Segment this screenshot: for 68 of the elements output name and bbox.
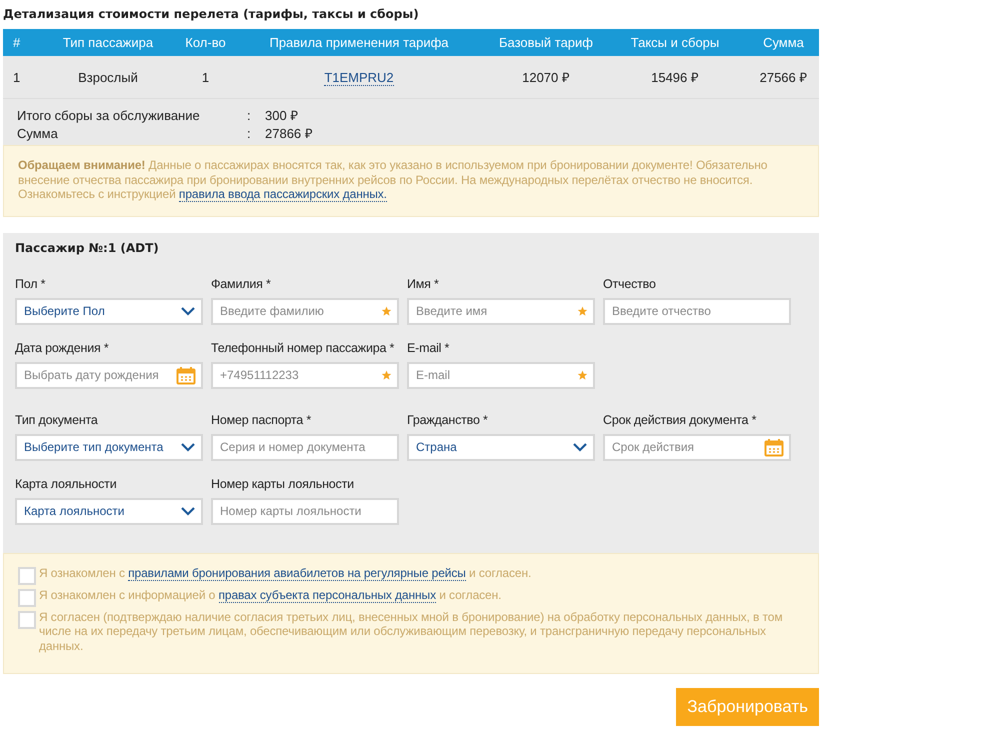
table-cell-text: 1 — [12, 70, 20, 84]
star-icon — [577, 306, 588, 316]
input-field[interactable]: +74951112233 — [211, 362, 399, 388]
checkbox[interactable] — [18, 610, 36, 628]
checkbox[interactable] — [18, 566, 36, 584]
star-icon — [577, 370, 588, 380]
field-label: Фамилия * — [211, 276, 272, 290]
consent-text: Я согласен (подтверждаю наличие согласия третьих лиц, внесенных мной в бронирование) на обработку персональных данных, в том числе на их передачу третьим лицам, обеспечивающим или обслуживающим перевозку, и трансграничную передачу персональных данных. — [39, 610, 784, 653]
column-header: Кол-во — [184, 35, 227, 50]
summary-value: 27866 ₽ — [265, 125, 314, 143]
field-label: Тип документа — [15, 412, 99, 426]
passenger-title: Пассажир №:1 (ADT) — [15, 240, 160, 254]
field-label: Гражданство * — [407, 412, 489, 426]
date-field[interactable]: Срок действия — [603, 434, 791, 460]
notice-text: Обращаем внимание! Данные о пассажирах вносятся так, как это указано в используемом при бронировании документе! Обязательно внесение отчества пассажира при бронировании внутренних рейсов по России. На международных перелётах отчество не вносится. Ознакомьтесь с инструкцией правила ввода пассажирских данных. — [3, 145, 819, 216]
dropdown[interactable]: Карта лояльности — [15, 498, 203, 524]
chevron-down-icon — [181, 506, 195, 516]
summary-label: Сумма — [17, 125, 59, 143]
consent-text: Я ознакомлен с правилами бронирования авиабилетов на регулярные рейсы и согласен. — [39, 566, 532, 580]
summary-separator: : — [247, 125, 252, 143]
instructions-link[interactable]: правила ввода пассажирских данных. — [178, 187, 387, 202]
chevron-down-icon — [573, 442, 587, 452]
section-title: Детализация стоимости перелета (тарифы, таксы и сборы) — [3, 6, 420, 22]
field-label: Имя * — [407, 276, 440, 290]
input-field[interactable]: E-mail — [407, 362, 595, 388]
star-icon — [381, 370, 392, 380]
date-field[interactable]: Выбрать дату рождения — [15, 362, 203, 388]
table-cell-text: 15496 ₽ — [651, 69, 699, 86]
column-header: Правила применения тарифа — [268, 35, 450, 50]
input-field[interactable]: Номер карты лояльности — [211, 498, 399, 524]
field-label: Карта лояльности — [15, 476, 118, 490]
dropdown[interactable]: Страна — [407, 434, 595, 460]
column-header: Базовый тариф — [498, 35, 594, 50]
fare-rules-link[interactable]: T1EMPRU2 — [324, 70, 394, 86]
input-field[interactable]: Введите отчество — [603, 298, 791, 324]
chevron-down-icon — [181, 306, 195, 316]
field-label: Номер карты лояльности — [211, 476, 355, 490]
column-header: Сумма — [762, 35, 805, 50]
field-label: Пол * — [15, 276, 46, 290]
field-label: E-mail * — [407, 340, 450, 354]
column-header: Таксы и сборы — [630, 35, 720, 50]
input-field[interactable]: Введите фамилию — [211, 298, 399, 324]
input-field[interactable]: Введите имя — [407, 298, 595, 324]
consent-link[interactable]: правах субъекта персональных данных — [218, 588, 436, 602]
checkbox[interactable] — [18, 588, 36, 606]
input-field[interactable]: Серия и номер документа — [211, 434, 399, 460]
table-cell: Взрослый — [78, 70, 138, 84]
field-label: Срок действия документа * — [603, 412, 758, 426]
calendar-icon — [176, 366, 196, 384]
consent-link[interactable]: правилами бронирования авиабилетов на регулярные рейсы — [128, 566, 466, 580]
field-label: Дата рождения * — [15, 340, 110, 354]
summary-label: Итого сборы за обслуживание — [17, 107, 201, 125]
field-label: Номер паспорта * — [211, 412, 312, 426]
calendar-icon — [764, 438, 784, 456]
column-header: Тип пассажира — [62, 35, 154, 50]
summary-value: 300 ₽ — [265, 107, 300, 125]
field-label: Телефонный номер пассажира * — [211, 340, 396, 354]
table-cell-text: 27566 ₽ — [760, 69, 808, 86]
chevron-down-icon — [181, 442, 195, 452]
dropdown[interactable]: Выберите тип документа — [15, 434, 203, 460]
consent-text: Я ознакомлен с информацией о правах субъекта персональных данных и согласен. — [39, 588, 502, 602]
dropdown[interactable]: Выберите Пол — [15, 298, 203, 324]
table-cell-text: 12070 ₽ — [522, 69, 570, 86]
summary-separator: : — [247, 107, 252, 125]
field-label: Отчество — [603, 276, 657, 290]
column-header: # — [12, 35, 22, 50]
star-icon — [381, 306, 392, 316]
table-cell: 1 — [202, 70, 210, 84]
